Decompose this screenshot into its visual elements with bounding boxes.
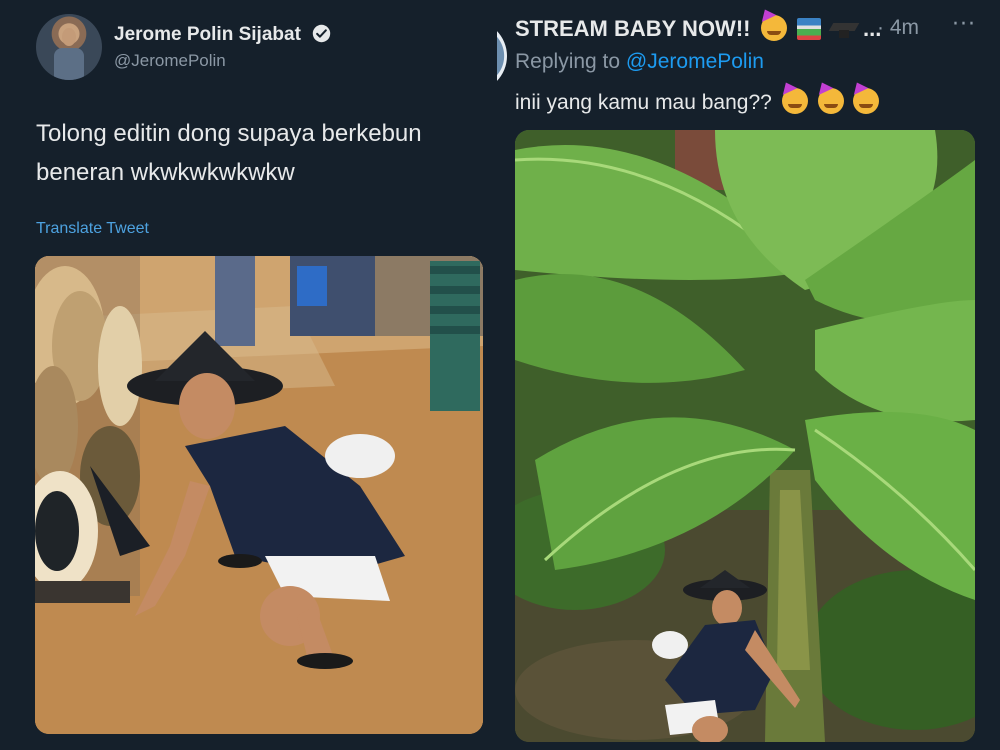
replying-to: Replying to @JeromePolin [515,50,764,74]
author-name-text: STREAM BABY NOW!! [515,16,751,41]
tweet-text-content: inii yang kamu mau bang?? [515,91,772,114]
original-tweet: Jerome Polin Sijabat @JeromePolin Tolong… [0,0,497,750]
tweet-photo[interactable] [35,256,483,734]
tweet-text: inii yang kamu mau bang?? [515,88,880,115]
photo-store-scene [35,256,483,734]
tweet-text-line: beneran wkwkwkwkwkw [36,159,295,186]
reply-tweet: STREAM BABY NOW!! ... · 4m ··· Replying … [497,0,1000,750]
author-display-name[interactable]: STREAM BABY NOW!! ... [515,15,881,42]
verified-badge-icon [312,24,331,43]
tweet-timestamp[interactable]: · 4m [877,16,919,40]
tweet-text: Tolong editin dong supaya berkebun bener… [36,114,486,192]
replying-to-prefix: Replying to [515,50,621,73]
partying-face-emoji-icon [817,88,844,114]
avatar-head [62,28,76,46]
avatar-body [54,48,84,80]
author-name-text: Jerome Polin Sijabat [114,24,301,45]
replying-to-handle-link[interactable]: @JeromePolin [626,50,764,73]
author-display-name[interactable]: Jerome Polin Sijabat [114,24,331,46]
tweet-photo[interactable] [515,130,975,742]
avatar[interactable] [497,20,507,92]
photo-banana-tree-scene [515,130,975,742]
partying-face-emoji-icon [781,88,808,114]
author-handle[interactable]: @JeromePolin [114,51,226,71]
partying-face-emoji-icon [760,15,787,41]
tweet-text-line: Tolong editin dong supaya berkebun [36,120,422,147]
graduation-cap-emoji-icon [831,21,857,39]
avatar[interactable] [36,14,102,80]
more-options-icon[interactable]: ··· [952,12,976,37]
partying-face-emoji-icon [853,88,880,114]
books-emoji-icon [796,18,821,40]
translate-tweet-link[interactable]: Translate Tweet [36,220,149,238]
